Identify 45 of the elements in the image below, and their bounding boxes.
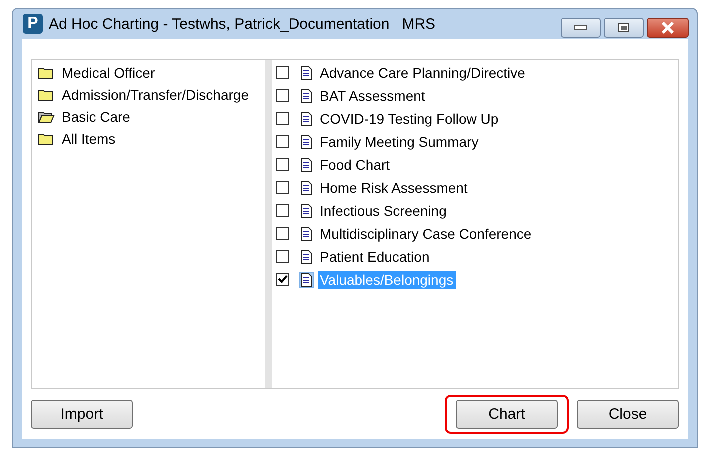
app-logo: P	[23, 14, 43, 34]
document-icon	[300, 250, 313, 264]
dialog-button[interactable]: Close	[577, 400, 679, 428]
document-icon	[300, 180, 313, 194]
form-item[interactable]: Home Risk Assessment	[318, 178, 470, 196]
close-button[interactable]	[647, 18, 689, 38]
checkbox[interactable]	[276, 135, 289, 148]
checkbox[interactable]	[276, 66, 289, 79]
checkbox[interactable]	[276, 227, 289, 240]
document-icon	[300, 158, 313, 172]
checkbox[interactable]	[276, 112, 289, 125]
window-title: Ad Hoc Charting - Testwhs, Patrick_Documentation MRS	[49, 16, 437, 32]
folder-item[interactable]: Basic Care	[38, 106, 130, 128]
dialog-button[interactable]: Chart	[456, 400, 558, 428]
minimize-icon	[574, 25, 588, 31]
form-item[interactable]: COVID-19 Testing Follow Up	[318, 110, 501, 128]
maximize-button[interactable]	[604, 18, 644, 38]
folder-item[interactable]: Admission/Transfer/Discharge	[38, 84, 249, 106]
document-icon	[300, 66, 313, 80]
form-item[interactable]: BAT Assessment	[318, 86, 428, 104]
dialog-button[interactable]: Import	[31, 400, 133, 428]
form-item[interactable]: Food Chart	[318, 156, 392, 174]
checkbox[interactable]	[276, 181, 289, 194]
document-icon	[300, 88, 313, 102]
checkbox[interactable]	[276, 89, 289, 102]
form-item[interactable]: Advance Care Planning/Directive	[318, 64, 528, 82]
checkbox[interactable]	[276, 273, 289, 286]
folder-item[interactable]: Medical Officer	[38, 62, 156, 84]
maximize-icon	[618, 23, 630, 33]
form-item[interactable]: Patient Education	[318, 248, 432, 266]
document-icon	[300, 272, 313, 286]
checkmark-icon	[277, 274, 288, 285]
checkbox[interactable]	[276, 158, 289, 171]
folder-item[interactable]: All Items	[38, 128, 116, 150]
checkbox[interactable]	[276, 204, 289, 217]
form-item[interactable]: Multidisciplinary Case Conference	[318, 224, 534, 242]
minimize-button[interactable]	[561, 18, 601, 38]
document-icon	[300, 112, 313, 126]
document-icon	[300, 226, 313, 240]
document-icon	[300, 134, 313, 148]
checkbox[interactable]	[276, 250, 289, 263]
form-item[interactable]: Infectious Screening	[318, 202, 449, 220]
close-icon	[661, 22, 675, 34]
form-item[interactable]: Family Meeting Summary	[318, 132, 481, 150]
document-icon	[300, 204, 313, 218]
